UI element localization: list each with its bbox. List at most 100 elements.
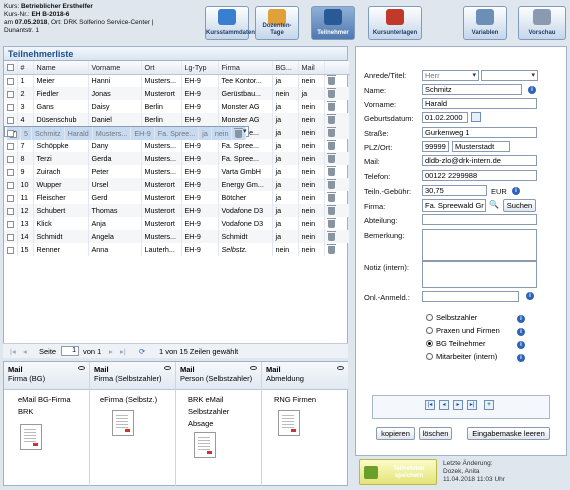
- row-checkbox[interactable]: [7, 155, 14, 163]
- eye-icon[interactable]: [337, 366, 344, 370]
- table-row[interactable]: 5SchmitzHaraldMusters...EH-9Fa. Spree...…: [4, 126, 250, 140]
- info-icon[interactable]: i: [517, 315, 525, 323]
- bemerkung-textarea[interactable]: [422, 229, 537, 261]
- next-page-icon[interactable]: ▸: [109, 347, 113, 356]
- mail-template-item[interactable]: Selbstzahler: [176, 406, 261, 418]
- trash-icon[interactable]: [326, 75, 336, 86]
- mail-template-item[interactable]: BRK eMail: [176, 394, 261, 406]
- trash-icon[interactable]: [326, 114, 336, 125]
- document-icon[interactable]: [112, 410, 134, 436]
- trash-icon[interactable]: [326, 244, 336, 255]
- mail-template-item[interactable]: RNG Firmen: [262, 394, 348, 406]
- row-checkbox[interactable]: [7, 90, 14, 98]
- row-checkbox[interactable]: [7, 142, 14, 150]
- save-participant-button[interactable]: Teilnehmer speichern: [359, 459, 437, 485]
- trash-icon[interactable]: [326, 88, 336, 99]
- add-record-icon[interactable]: +: [484, 400, 494, 410]
- table-row[interactable]: 14 Schmidt Angela Musters... EH-9 Schmidt ja ne…: [4, 230, 350, 243]
- row-checkbox[interactable]: [7, 129, 14, 137]
- toolbar-kursunterlagen-button[interactable]: Kursunterlagen: [368, 6, 422, 40]
- table-row[interactable]: 11 Fleischer Gerd Musterort EH-9 Bötcher ja nei…: [4, 191, 350, 204]
- mail-input[interactable]: dldb-zlo@drk-intern.de: [422, 155, 537, 166]
- option-bg-teilnehmer[interactable]: BG Teilnehmer: [426, 339, 485, 348]
- trash-icon[interactable]: [326, 205, 336, 216]
- toolbar-teilnehmer-button[interactable]: Teilnehmer: [311, 6, 355, 40]
- column-header[interactable]: [324, 61, 350, 75]
- column-header[interactable]: [4, 61, 18, 75]
- document-icon[interactable]: [20, 424, 42, 450]
- search-icon[interactable]: 🔍: [489, 200, 499, 209]
- strasse-input[interactable]: Gurkenweg 1: [422, 127, 537, 138]
- mail-template-item[interactable]: eFirma (Selbstz.): [90, 394, 175, 406]
- radio-icon[interactable]: [426, 353, 433, 360]
- row-checkbox[interactable]: [7, 103, 14, 111]
- trash-icon[interactable]: [326, 166, 336, 177]
- table-row[interactable]: 8 Terzi Gerda Musters... EH-9 Fa. Spree... ja n…: [4, 152, 350, 165]
- trash-icon[interactable]: [326, 218, 336, 229]
- trash-icon[interactable]: [326, 231, 336, 242]
- column-header[interactable]: #: [17, 61, 34, 75]
- table-row[interactable]: 12 Schubert Thomas Musterort EH-9 Vodafone D3…: [4, 204, 350, 217]
- geburtsdatum-input[interactable]: 01.02.2000: [422, 112, 468, 123]
- row-checkbox[interactable]: [7, 168, 14, 176]
- row-checkbox[interactable]: [7, 233, 14, 241]
- eye-icon[interactable]: [250, 366, 257, 370]
- trash-icon[interactable]: [326, 192, 336, 203]
- toolbar-dozenten-button[interactable]: Dozenten- Tage: [255, 6, 299, 40]
- vorname-input[interactable]: Harald: [422, 98, 537, 109]
- info-icon[interactable]: i: [517, 341, 525, 349]
- radio-icon[interactable]: [426, 340, 433, 347]
- option-selbstzahler[interactable]: Selbstzahler: [426, 313, 477, 322]
- plz-input[interactable]: 99999: [422, 141, 449, 152]
- eye-icon[interactable]: [164, 366, 171, 370]
- row-checkbox[interactable]: [7, 116, 14, 124]
- table-row[interactable]: 4 Düsenschub Daniel Berlin EH-9 Monster AG ja n…: [4, 113, 350, 126]
- abteilung-input[interactable]: [422, 214, 537, 225]
- info-icon[interactable]: i: [512, 187, 520, 195]
- document-icon[interactable]: [194, 432, 216, 458]
- row-checkbox[interactable]: [7, 194, 14, 202]
- ort-input[interactable]: Musterstadt: [452, 141, 510, 152]
- info-icon[interactable]: i: [526, 292, 534, 300]
- table-row[interactable]: 2 Fiedler Jonas Musterort EH-9 Gerüstbau... ne…: [4, 87, 350, 100]
- onl-anmeld-input[interactable]: [422, 291, 519, 302]
- first-page-icon[interactable]: |◂: [10, 347, 16, 356]
- telefon-input[interactable]: 00122 2299988: [422, 170, 537, 181]
- toolbar-kursstammdaten-button[interactable]: Kursstammdaten: [205, 6, 255, 40]
- trash-icon[interactable]: [326, 101, 336, 112]
- last-record-icon[interactable]: ▸|: [467, 400, 477, 410]
- row-checkbox[interactable]: [7, 246, 14, 254]
- prev-page-icon[interactable]: ◂: [23, 347, 27, 356]
- trash-icon[interactable]: [326, 140, 336, 151]
- option-mitarbeiter[interactable]: Mitarbeiter (intern): [426, 352, 497, 361]
- column-header[interactable]: Lg-Typ: [181, 61, 219, 75]
- trash-icon[interactable]: [326, 153, 336, 164]
- toolbar-vorschau-button[interactable]: Vorschau: [518, 6, 566, 40]
- mail-template-item[interactable]: BRK: [4, 406, 89, 418]
- calendar-icon[interactable]: [471, 112, 481, 122]
- column-header[interactable]: Mail: [298, 61, 325, 75]
- toolbar-variablen-button[interactable]: Variablen: [463, 6, 507, 40]
- table-row[interactable]: 15 Renner Anna Lauterh... EH-9 Selbstz. nein ne…: [4, 243, 350, 256]
- copy-button[interactable]: kopieren: [376, 427, 415, 440]
- prev-record-icon[interactable]: ◂: [439, 400, 449, 410]
- column-header[interactable]: Firma: [218, 61, 273, 75]
- info-icon[interactable]: i: [517, 328, 525, 336]
- titel-select[interactable]: [481, 70, 538, 81]
- radio-icon[interactable]: [426, 314, 433, 321]
- trash-icon[interactable]: [326, 127, 336, 138]
- row-checkbox[interactable]: [7, 77, 14, 85]
- last-page-icon[interactable]: ▸|: [120, 347, 126, 356]
- column-header[interactable]: Name: [33, 61, 89, 75]
- column-header[interactable]: Vorname: [88, 61, 142, 75]
- row-checkbox[interactable]: [7, 207, 14, 215]
- firma-input[interactable]: Fa. Spreewald Gr: [422, 199, 486, 212]
- select-all-checkbox[interactable]: [7, 64, 14, 72]
- info-icon[interactable]: i: [517, 354, 525, 362]
- firma-search-button[interactable]: Suchen: [503, 199, 536, 212]
- table-row[interactable]: 9 Zuirach Peter Musters... EH-9 Varta GmbH ja n…: [4, 165, 350, 178]
- mail-template-item[interactable]: eMail BG-Firma: [4, 394, 89, 406]
- trash-icon[interactable]: [234, 128, 244, 139]
- table-row[interactable]: 3 Gans Daisy Berlin EH-9 Monster AG ja nein: [4, 100, 350, 113]
- info-icon[interactable]: i: [528, 86, 536, 94]
